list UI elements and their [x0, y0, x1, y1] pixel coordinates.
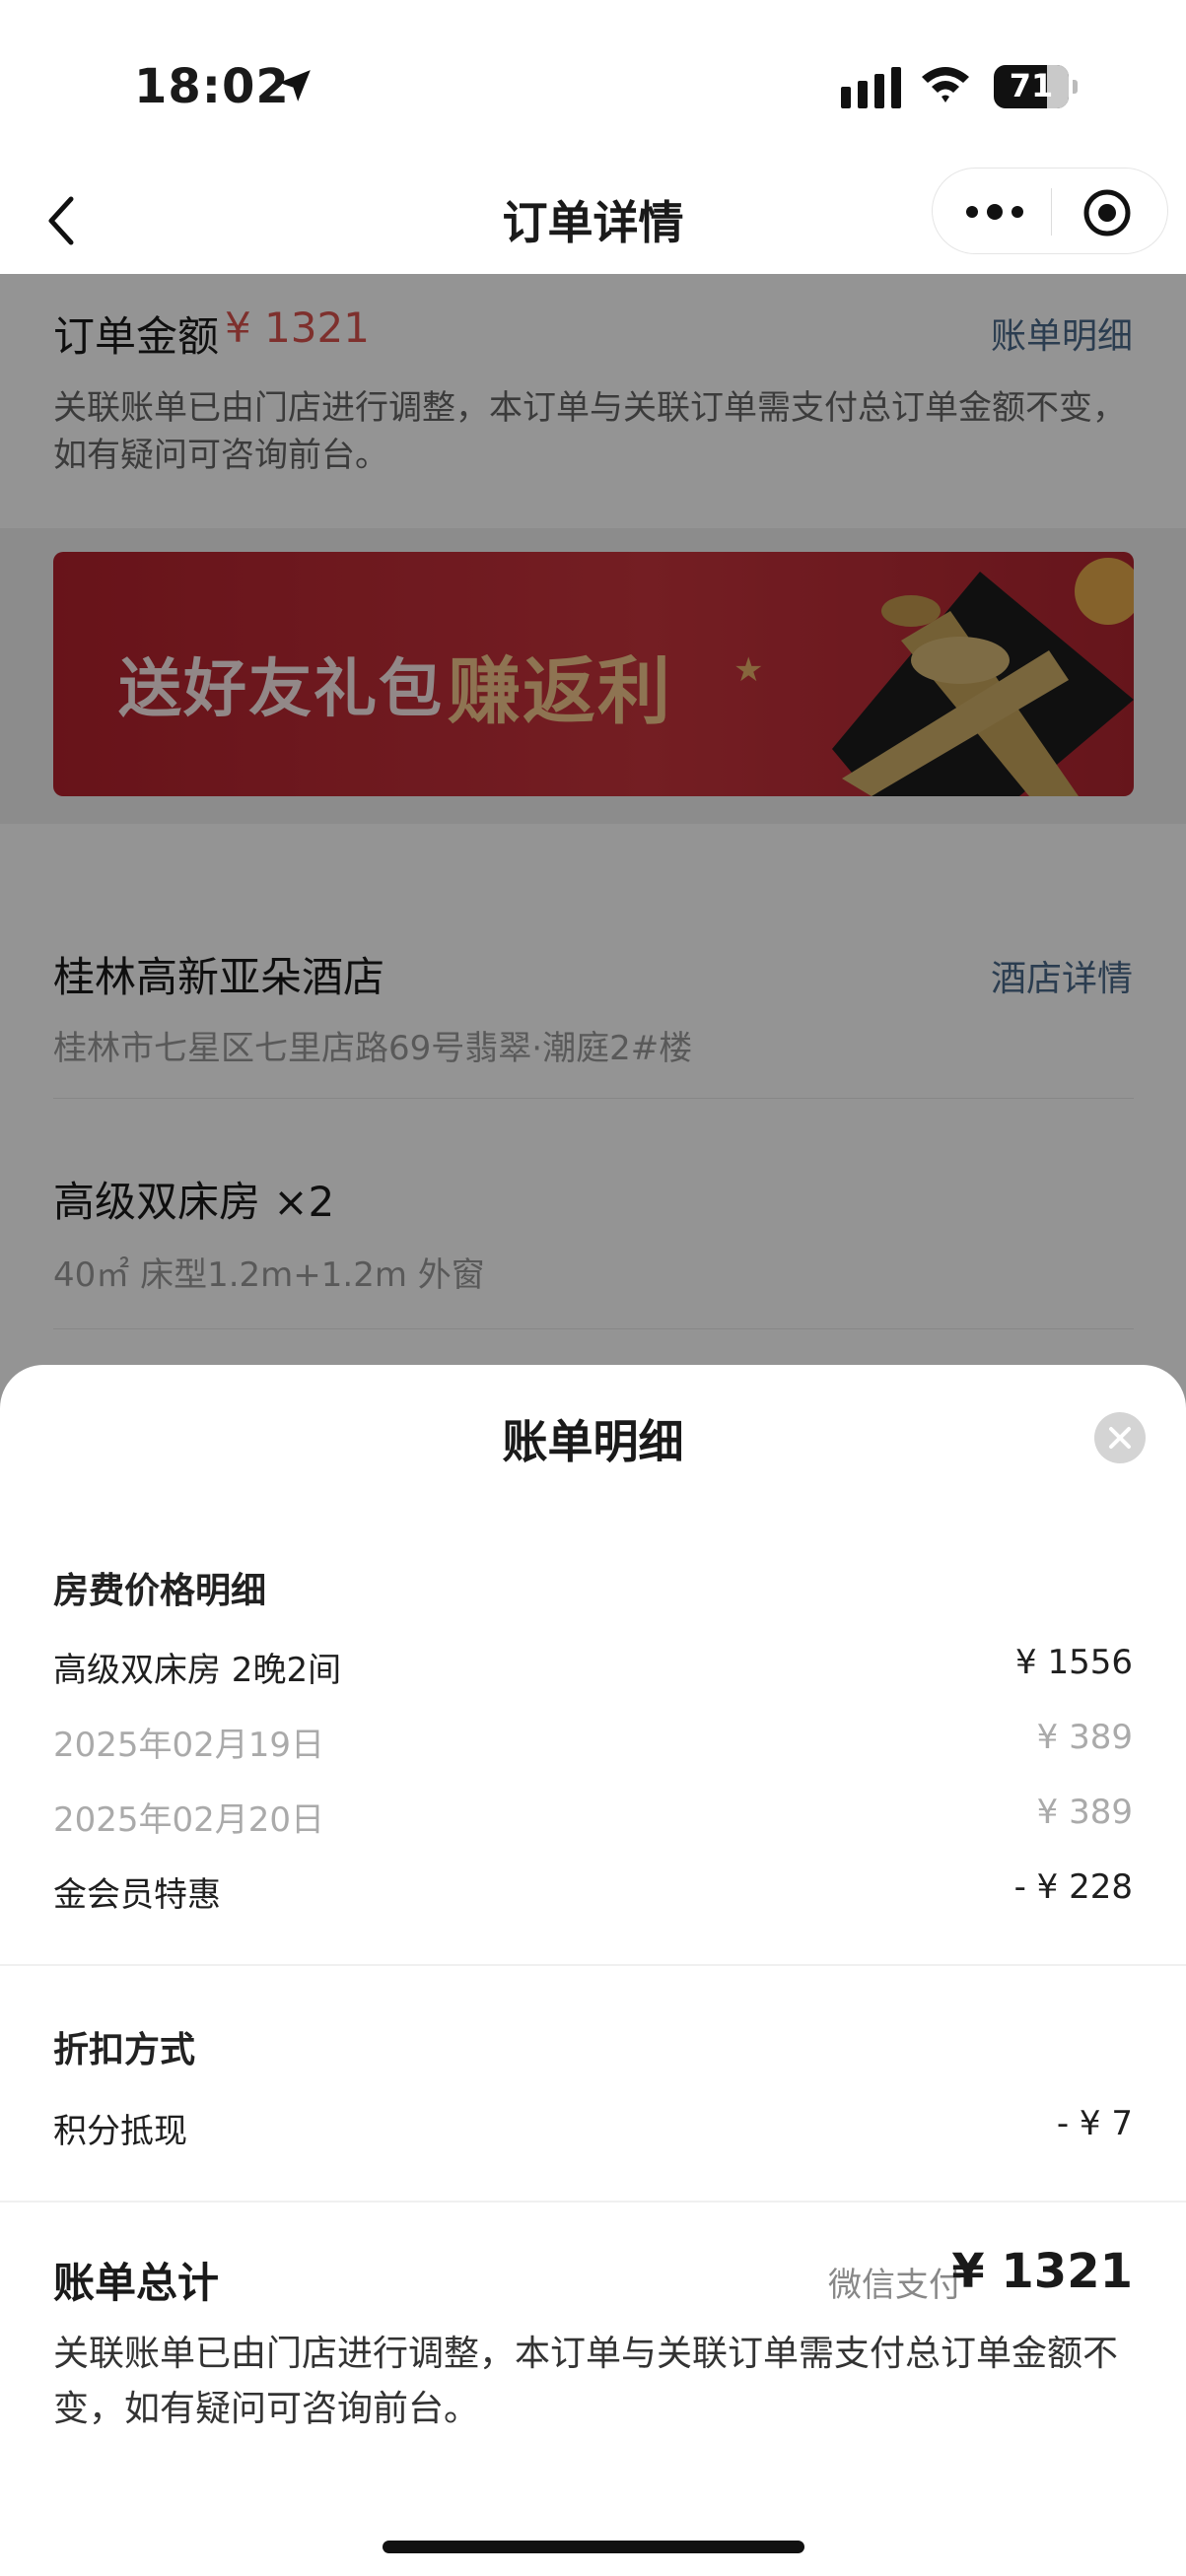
location-arrow-icon — [279, 70, 311, 102]
points-label: 积分抵现 — [53, 2112, 187, 2151]
room-fee-heading: 房费价格明细 — [53, 1571, 267, 1611]
battery-icon: 71 — [994, 65, 1078, 108]
close-button[interactable] — [1094, 1412, 1146, 1463]
day2-value: ¥ 389 — [1036, 1793, 1133, 1832]
bill-detail-sheet: 账单明细 房费价格明细 高级双床房 2晚2间 ¥ 1556 2025年02月19… — [0, 1365, 1186, 2576]
member-discount-value: - ¥ 228 — [1013, 1867, 1133, 1907]
status-time: 18:02 — [134, 59, 290, 114]
status-bar: 18:02 71 — [0, 0, 1186, 168]
total-label: 账单总计 — [53, 2259, 220, 2307]
payment-method: 微信支付 — [828, 2266, 962, 2305]
close-icon — [1109, 1427, 1131, 1449]
target-icon[interactable] — [1082, 188, 1132, 237]
battery-level: 71 — [1009, 67, 1054, 104]
total-note: 关联账单已由门店进行调整，本订单与关联订单需支付总订单金额不变，如有疑问可咨询前… — [53, 2334, 1119, 2429]
total-value: ¥ 1321 — [951, 2244, 1133, 2299]
discount-method-heading: 折扣方式 — [53, 2030, 196, 2070]
signal-icon — [841, 67, 901, 108]
points-value: - ¥ 7 — [1056, 2104, 1133, 2143]
miniprogram-capsule — [932, 168, 1168, 254]
divider — [0, 1964, 1186, 1966]
wifi-icon — [922, 67, 969, 102]
home-indicator[interactable] — [383, 2541, 804, 2553]
day1-label: 2025年02月19日 — [53, 1726, 325, 1765]
nav-bar: 订单详情 — [0, 168, 1186, 274]
member-discount-label: 金会员特惠 — [53, 1875, 221, 1915]
divider — [0, 2201, 1186, 2203]
room-line-label: 高级双床房 2晚2间 — [53, 1651, 342, 1690]
more-dots-icon[interactable] — [962, 192, 1027, 232]
room-line-value: ¥ 1556 — [1015, 1643, 1133, 1682]
day2-label: 2025年02月20日 — [53, 1800, 325, 1840]
day1-value: ¥ 389 — [1036, 1718, 1133, 1757]
sheet-title: 账单明细 — [502, 1415, 684, 1468]
